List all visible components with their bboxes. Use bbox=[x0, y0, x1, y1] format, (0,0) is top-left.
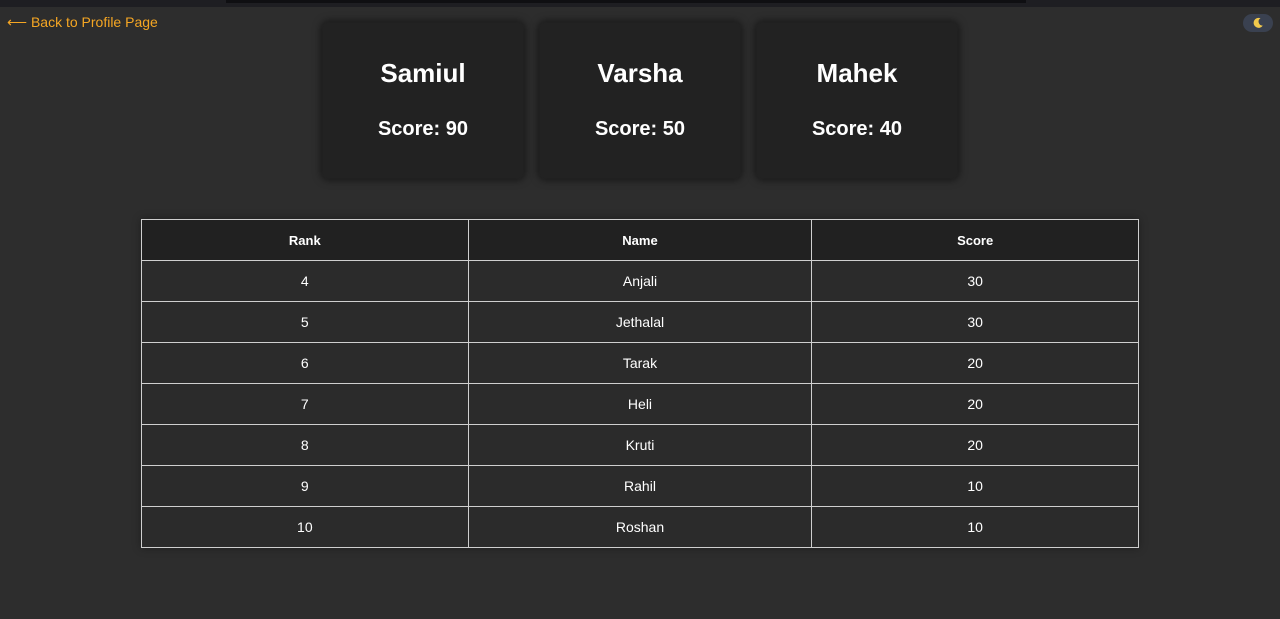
header-name: Name bbox=[467, 219, 813, 261]
cell-rank: 5 bbox=[141, 301, 469, 343]
table-row: 10 Roshan 10 bbox=[141, 506, 1139, 548]
podium-card-first: Samiul Score: 90 bbox=[323, 23, 523, 178]
cell-name: Heli bbox=[467, 383, 813, 425]
moon-icon bbox=[1253, 17, 1263, 28]
leaderboard-table: Rank Name Score 4 Anjali 30 5 Jethalal 3… bbox=[141, 219, 1139, 548]
cell-score: 20 bbox=[811, 342, 1139, 384]
cell-score: 30 bbox=[811, 301, 1139, 343]
browser-top-strip bbox=[0, 0, 1280, 7]
podium-score: Score: 90 bbox=[377, 118, 469, 140]
podium-card-third: Mahek Score: 40 bbox=[757, 23, 957, 178]
table-row: 5 Jethalal 30 bbox=[141, 301, 1139, 343]
cell-name: Tarak bbox=[467, 342, 813, 384]
cell-rank: 9 bbox=[141, 465, 469, 507]
cell-name: Roshan bbox=[467, 506, 813, 548]
podium-score: Score: 40 bbox=[811, 118, 903, 140]
cell-rank: 7 bbox=[141, 383, 469, 425]
podium-card-second: Varsha Score: 50 bbox=[540, 23, 740, 178]
cell-score: 10 bbox=[811, 465, 1139, 507]
podium-name: Varsha bbox=[597, 58, 683, 88]
cell-name: Rahil bbox=[467, 465, 813, 507]
table-header-row: Rank Name Score bbox=[141, 219, 1139, 261]
cell-score: 10 bbox=[811, 506, 1139, 548]
cell-name: Kruti bbox=[467, 424, 813, 466]
podium-name: Mahek bbox=[816, 58, 898, 88]
podium-score: Score: 50 bbox=[594, 118, 686, 140]
cell-name: Anjali bbox=[467, 260, 813, 302]
cell-name: Jethalal bbox=[467, 301, 813, 343]
theme-toggle[interactable] bbox=[1243, 14, 1273, 32]
podium-name: Samiul bbox=[380, 58, 466, 88]
table-row: 7 Heli 20 bbox=[141, 383, 1139, 425]
cell-rank: 10 bbox=[141, 506, 469, 548]
header-rank: Rank bbox=[141, 219, 469, 261]
table-row: 8 Kruti 20 bbox=[141, 424, 1139, 466]
header-score: Score bbox=[811, 219, 1139, 261]
table-row: 9 Rahil 10 bbox=[141, 465, 1139, 507]
top-three-podium: Samiul Score: 90 Varsha Score: 50 Mahek … bbox=[323, 23, 957, 178]
back-to-profile-link[interactable]: ⟵ Back to Profile Page bbox=[7, 14, 158, 31]
cell-score: 30 bbox=[811, 260, 1139, 302]
table-row: 4 Anjali 30 bbox=[141, 260, 1139, 302]
table-row: 6 Tarak 20 bbox=[141, 342, 1139, 384]
browser-top-strip-inner bbox=[226, 0, 1026, 3]
cell-score: 20 bbox=[811, 383, 1139, 425]
cell-score: 20 bbox=[811, 424, 1139, 466]
cell-rank: 6 bbox=[141, 342, 469, 384]
cell-rank: 8 bbox=[141, 424, 469, 466]
cell-rank: 4 bbox=[141, 260, 469, 302]
